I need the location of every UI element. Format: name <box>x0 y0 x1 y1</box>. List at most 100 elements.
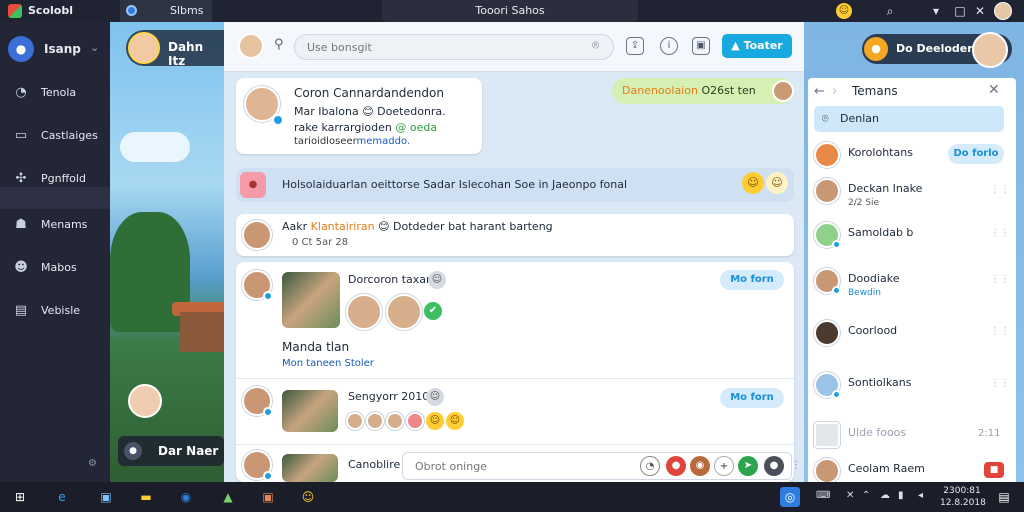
notification-app-icon[interactable]: ◎ <box>780 487 800 507</box>
sidebar-item-label: Menams <box>41 218 88 231</box>
reaction-icon[interactable]: ✔ <box>424 302 442 320</box>
mic-icon[interactable]: ● <box>764 456 784 476</box>
sidebar-item-tenola[interactable]: ◔ Tenola <box>0 80 110 106</box>
avatar[interactable] <box>972 32 1008 68</box>
emoji-icon[interactable]: ☺ <box>446 412 464 430</box>
emoji-icon[interactable]: ☺ <box>742 172 764 194</box>
post-photo[interactable] <box>282 272 340 328</box>
avatar[interactable] <box>386 294 422 330</box>
sidebar-item-menams[interactable]: ☗ Menams <box>0 212 110 238</box>
scene-footer[interactable]: ● Dar Naer <box>118 436 224 466</box>
notification-pill[interactable]: Danenoolaion O26st ten <box>612 78 794 104</box>
contact-search[interactable]: ⌾ Denlan <box>814 106 1004 132</box>
message-card[interactable]: Aakr Klantairiran 😊 Dotdeder bat harant … <box>236 214 794 256</box>
volume-icon[interactable]: ◂ <box>918 490 923 501</box>
emoji-app-icon[interactable]: ☺ <box>298 487 318 507</box>
keyboard-icon[interactable]: ⌨ <box>816 490 830 501</box>
contact-row[interactable]: Coorlood ⋮⋮ <box>808 316 1016 362</box>
contact-row[interactable]: Samoldab b ⋮⋮ <box>808 218 1016 264</box>
more-icon[interactable]: ⋮⋮ <box>990 378 1010 389</box>
upload-icon[interactable]: ⇪ <box>626 37 644 55</box>
avatar[interactable] <box>242 270 273 301</box>
message-card[interactable]: Coron Cannardandendon Mar Ibalona 😊 Doet… <box>236 78 482 154</box>
send-icon[interactable]: ➤ <box>738 456 758 476</box>
avatar[interactable] <box>128 384 162 418</box>
video-call-icon[interactable]: ■ <box>984 462 1004 478</box>
user-avatar[interactable] <box>994 2 1012 20</box>
chevron-up-icon[interactable]: ⌃ <box>862 490 870 501</box>
pin-icon[interactable]: ⌕ <box>882 3 898 19</box>
pin-icon[interactable]: ⚲ <box>274 37 284 52</box>
sidebar-item-castlaiges[interactable]: ▭ Castlaiges <box>0 123 110 149</box>
avatar[interactable] <box>406 412 424 430</box>
message-text: rake karrargioden @ oeda <box>294 121 437 134</box>
add-icon[interactable]: + <box>714 456 734 476</box>
message-text-part: @ oeda <box>395 121 438 134</box>
forward-arrow-icon[interactable]: › <box>832 84 837 99</box>
caption-sub[interactable]: Mon taneen Stoler <box>282 358 374 369</box>
close-icon[interactable]: ✕ <box>972 3 988 19</box>
avatar[interactable] <box>346 294 382 330</box>
media-icon[interactable]: ▣ <box>258 487 278 507</box>
avatar[interactable] <box>366 412 384 430</box>
announcement-banner[interactable]: ● Holsolaiduarlan oeittorse Sadar Isleco… <box>236 168 794 202</box>
pill-label: O26st ten <box>701 84 756 97</box>
more-icon[interactable]: ⋮⋮ <box>990 184 1010 195</box>
avatar[interactable] <box>346 412 364 430</box>
sidebar-item-vebisle[interactable]: ▤ Vebisle <box>0 298 110 324</box>
start-icon[interactable]: ⊞ <box>10 487 30 507</box>
info-icon[interactable]: i <box>660 37 678 55</box>
follow-button[interactable]: Mo forn <box>720 270 784 290</box>
avatar[interactable] <box>242 450 273 481</box>
close-icon[interactable]: ✕ <box>988 82 1000 98</box>
taskbar-clock[interactable]: 2300:81 12.8.2018 <box>940 485 986 509</box>
avatar[interactable] <box>386 412 404 430</box>
gif-icon[interactable]: ◉ <box>690 456 710 476</box>
photos-icon[interactable]: ▲ <box>218 487 238 507</box>
sidebar-brand[interactable]: ● Isanp ⌄ <box>8 36 104 62</box>
sidebar-item-mabos[interactable]: ☻ Mabos <box>0 255 110 281</box>
search-input[interactable] <box>294 34 614 60</box>
follow-button[interactable]: Mo forn <box>720 388 784 408</box>
post-photo[interactable] <box>282 454 338 482</box>
restore-icon[interactable]: □ <box>952 3 968 19</box>
avatar[interactable] <box>242 386 273 417</box>
more-icon[interactable]: ⋮⋮ <box>990 326 1010 337</box>
avatar[interactable] <box>238 33 264 59</box>
contact-row[interactable]: Deckan Inake 2/2 Sie ⋮⋮ <box>808 174 1016 220</box>
more-icon[interactable]: ⋮⋮ <box>990 228 1010 239</box>
clock-icon[interactable]: ◔ <box>640 456 660 476</box>
post-photo[interactable] <box>282 390 338 432</box>
emoji-icon[interactable]: ☺ <box>836 3 852 19</box>
minimize-icon[interactable]: ▾ <box>928 3 944 19</box>
emoji-icon[interactable]: ☺ <box>766 172 788 194</box>
image-icon[interactable]: ▣ <box>692 37 710 55</box>
follow-button[interactable]: Do forlo <box>948 144 1004 164</box>
more-icon[interactable]: ⋮⋮ <box>990 274 1010 285</box>
contact-sub: Bewdin <box>848 288 881 298</box>
location-icon: ⌾ <box>822 112 829 125</box>
more-icon[interactable]: ⋮ <box>786 456 806 476</box>
location-icon[interactable]: ⌾ <box>592 38 599 53</box>
contact-name: Samoldab b <box>848 226 914 239</box>
file-explorer-icon[interactable]: ▬ <box>136 487 156 507</box>
smile-icon: ☻ <box>14 260 28 275</box>
avatar <box>772 80 794 102</box>
contact-row[interactable]: Sontiolkans ⋮⋮ <box>808 368 1016 414</box>
edge-browser-icon[interactable]: e <box>52 487 72 507</box>
scene-player-header[interactable]: Dahn Itz <box>126 30 224 68</box>
network-icon[interactable]: ✕ <box>846 490 854 501</box>
message-link[interactable]: memaddo. <box>357 136 411 147</box>
action-center-icon[interactable]: ▤ <box>994 487 1014 507</box>
window-tab[interactable]: Slbms <box>120 0 212 22</box>
settings-icon[interactable]: ⚙ <box>88 458 97 469</box>
contact-row[interactable]: Doodiake Bewdin ⋮⋮ <box>808 264 1016 310</box>
app-icon[interactable]: ◉ <box>176 487 196 507</box>
battery-icon[interactable]: ▮ <box>898 490 904 501</box>
onedrive-icon[interactable]: ☁ <box>880 490 890 501</box>
store-icon[interactable]: ▣ <box>96 487 116 507</box>
sticker-icon[interactable]: ● <box>666 456 686 476</box>
back-arrow-icon[interactable]: ← <box>814 84 825 99</box>
emoji-icon[interactable]: ☺ <box>426 412 444 430</box>
share-button[interactable]: ▲ Toater <box>722 34 792 58</box>
